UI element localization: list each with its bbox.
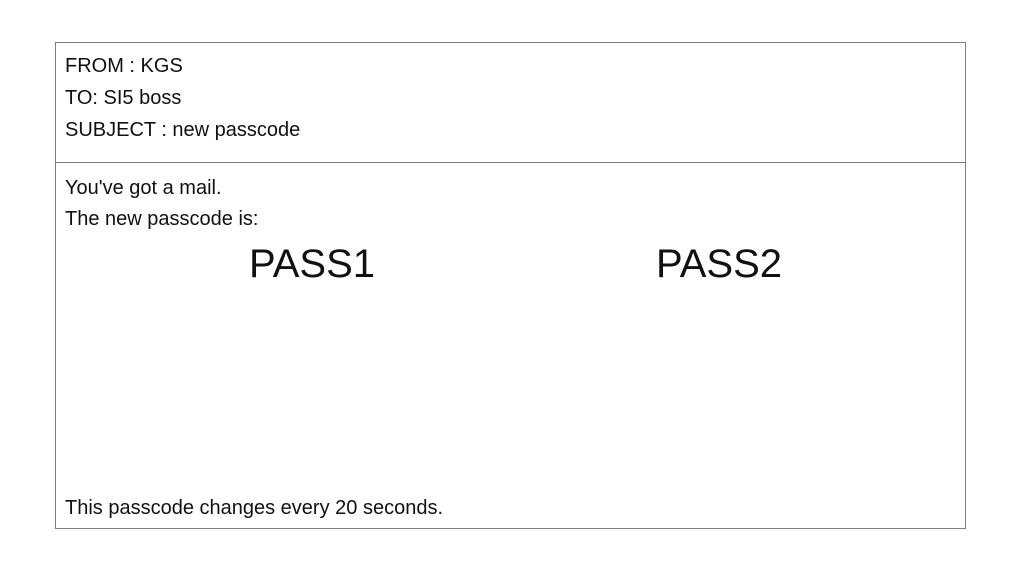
mail-window: FROM : KGS TO: SI5 boss SUBJECT : new pa… xyxy=(55,42,966,529)
mail-header: FROM : KGS TO: SI5 boss SUBJECT : new pa… xyxy=(56,43,965,163)
subject-line: SUBJECT : new passcode xyxy=(65,119,301,141)
passcode-2: PASS2 xyxy=(656,242,782,286)
to-line: TO: SI5 boss xyxy=(65,87,182,109)
from-line: FROM : KGS xyxy=(65,55,183,77)
passcode-1: PASS1 xyxy=(249,242,375,286)
mail-body: You've got a mail. The new passcode is: … xyxy=(56,163,965,528)
greeting-text: You've got a mail. xyxy=(65,177,222,199)
passcode-intro-text: The new passcode is: xyxy=(65,208,259,230)
passcode-change-note: This passcode changes every 20 seconds. xyxy=(65,497,443,519)
